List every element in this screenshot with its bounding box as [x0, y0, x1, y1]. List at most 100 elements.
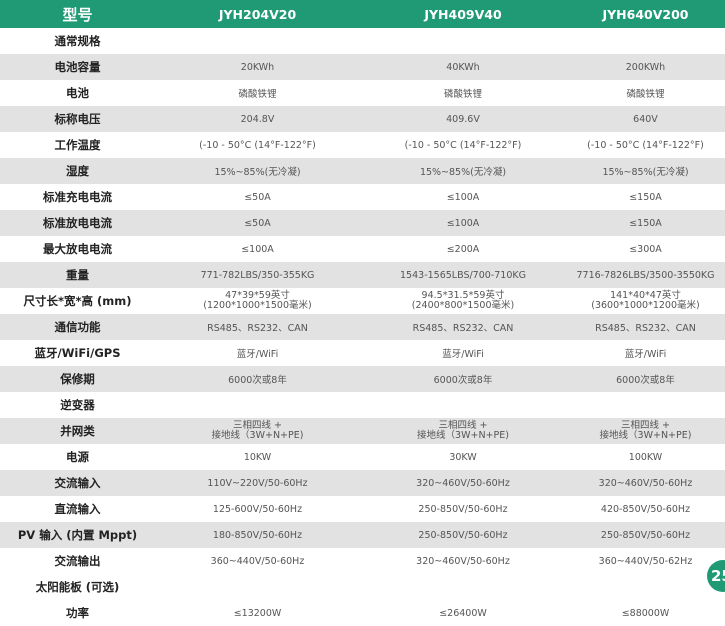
row-value-3: 磷酸铁锂	[626, 89, 665, 100]
table-row: 电源 10KW 30KW 100KW	[0, 444, 725, 470]
row-value-1: 360~440V/50-60Hz	[210, 555, 305, 567]
table-row: PV 输入 (内置 Mppt) 180-850V/50-60Hz 250-850V/…	[0, 522, 725, 548]
row-value-1: ≤50A	[244, 191, 271, 203]
row-value-1: 204.8V	[240, 113, 275, 125]
row-value-2: ≤200A	[446, 243, 480, 255]
table-row: 最大放电电流 ≤100A ≤200A ≤300A	[0, 236, 725, 262]
row-value-2: 蓝牙/WiFi	[442, 349, 484, 360]
row-value-2: 40KWh	[446, 61, 480, 73]
row-value-1	[155, 574, 360, 600]
row-value-1: 三相四线 + 接地线（3W+N+PE)	[155, 418, 360, 444]
row-label: 标准放电电流	[43, 216, 112, 230]
row-label: 交流输入	[54, 476, 101, 490]
row-value-3: ≤88000W	[621, 607, 670, 619]
row-value-2: ≤100A	[446, 217, 480, 229]
row-value-1: 蓝牙/WiFi	[236, 349, 279, 360]
row-value-3: 三相四线 + 接地线（3W+N+PE)	[566, 418, 725, 444]
row-value-line: (1200*1000*1500毫米)	[203, 300, 312, 311]
table-row: 电池容量 20KWh 40KWh 200KWh	[0, 54, 725, 80]
spec-table: 型号 JYH204V20 JYH409V40 JYH640V200 通常规格电池…	[0, 0, 725, 626]
row-value-3: 640V	[633, 113, 658, 125]
row-value-2	[360, 392, 566, 418]
row-value-2: ≤100A	[446, 191, 480, 203]
table-row: 标称电压 204.8V 409.6V 640V	[0, 106, 725, 132]
row-value-3: 200KWh	[625, 61, 666, 73]
row-label: 电池容量	[54, 60, 101, 74]
row-value-1: (-10 - 50°C (14°F-122°F)	[199, 139, 316, 151]
table-row: 湿度 15%~85%(无冷凝) 15%~85%(无冷凝) 15%~85%(无冷凝)	[0, 158, 725, 184]
row-label: 标称电压	[54, 112, 101, 126]
section-row: 通常规格	[0, 28, 725, 54]
section-row: 逆变器	[0, 392, 725, 418]
row-value-2: ≤26400W	[439, 607, 487, 619]
row-value-2: 1543-1565LBS/700-710KG	[400, 269, 526, 281]
row-label: 标准充电电流	[43, 190, 112, 204]
table-row: 工作温度 (-10 - 50°C (14°F-122°F) (-10 - 50°C …	[0, 132, 725, 158]
table-row: 通信功能 RS485、RS232、CAN RS485、RS232、CAN RS485、…	[0, 314, 725, 340]
row-value-3: ≤150A	[629, 191, 662, 203]
row-label: 尺寸长*宽*高 (mm)	[23, 294, 132, 308]
row-value-1: 10KW	[243, 451, 272, 463]
section-row: 太阳能板 (可选)	[0, 574, 725, 600]
row-value-2: 94.5*31.5*59英寸 (2400*800*1500毫米)	[360, 288, 566, 314]
row-label: 太阳能板 (可选)	[35, 580, 120, 594]
row-value-3: 蓝牙/WiFi	[624, 349, 667, 360]
row-value-2: 30KW	[449, 451, 477, 463]
row-value-3: 420-850V/50-60Hz	[600, 503, 691, 515]
row-value-3	[566, 392, 725, 418]
row-value-1: 125-600V/50-60Hz	[212, 503, 303, 515]
table-row: 直流输入 125-600V/50-60Hz 250-850V/50-60Hz 420-…	[0, 496, 725, 522]
row-value-2: 15%~85%(无冷凝)	[419, 167, 507, 178]
row-value-1: ≤100A	[241, 243, 274, 255]
row-value-2: 三相四线 + 接地线（3W+N+PE)	[360, 418, 566, 444]
table-row: 重量 771-782LBS/350-355KG 1543-1565LBS/700-7…	[0, 262, 725, 288]
row-value-1: 771-782LBS/350-355KG	[200, 269, 315, 281]
row-value-1: 20KWh	[240, 61, 275, 73]
row-label: 保修期	[60, 372, 95, 386]
row-label: 湿度	[66, 164, 89, 178]
row-value-1: 15%~85%(无冷凝)	[214, 167, 301, 178]
table-row: 功率 ≤13200W ≤26400W ≤88000W	[0, 600, 725, 626]
row-value-2: RS485、RS232、CAN	[412, 323, 514, 334]
row-value-line: 接地线（3W+N+PE)	[599, 430, 692, 441]
row-value-line: (3600*1000*1200毫米)	[591, 300, 700, 311]
row-value-2: 250-850V/50-60Hz	[418, 503, 508, 515]
header-model-1: JYH204V20	[218, 6, 297, 22]
row-value-1: 180-850V/50-60Hz	[212, 529, 303, 541]
row-value-2: 磷酸铁锂	[443, 89, 482, 100]
row-value-2	[360, 28, 566, 54]
row-value-2: 320~460V/50-60Hz	[416, 555, 510, 567]
row-value-3: ≤300A	[629, 243, 662, 255]
row-value-2: (-10 - 50°C (14°F-122°F)	[404, 139, 522, 151]
header-model-3: JYH640V200	[602, 6, 689, 22]
row-value-1: 6000次或8年	[228, 375, 287, 386]
row-value-2	[360, 574, 566, 600]
row-value-1	[155, 392, 360, 418]
row-label: PV 输入 (内置 Mppt)	[17, 528, 138, 542]
table-row: 蓝牙/WiFi/GPS 蓝牙/WiFi 蓝牙/WiFi 蓝牙/WiFi	[0, 340, 725, 366]
row-label: 交流输出	[54, 554, 101, 568]
table-row: 标准充电电流 ≤50A ≤100A ≤150A	[0, 184, 725, 210]
table-header: 型号 JYH204V20 JYH409V40 JYH640V200	[0, 0, 725, 28]
row-value-1: 47*39*59英寸 (1200*1000*1500毫米)	[155, 288, 360, 314]
row-label: 通常规格	[54, 34, 101, 48]
row-label: 重量	[66, 268, 89, 282]
row-value-2: 320~460V/50-60Hz	[416, 477, 510, 489]
row-value-1: RS485、RS232、CAN	[207, 323, 308, 334]
table-row: 尺寸长*宽*高 (mm) 47*39*59英寸 (1200*1000*1500毫米)…	[0, 288, 725, 314]
row-value-1: ≤50A	[244, 217, 271, 229]
row-value-2: 6000次或8年	[433, 375, 493, 386]
row-label: 通信功能	[54, 320, 101, 334]
row-label: 蓝牙/WiFi/GPS	[34, 346, 121, 360]
row-value-3: RS485、RS232、CAN	[595, 323, 696, 334]
row-label: 工作温度	[54, 138, 101, 152]
row-value-1	[155, 28, 360, 54]
row-value-3: (-10 - 50°C (14°F-122°F)	[587, 139, 704, 151]
row-label: 直流输入	[54, 502, 101, 516]
table-row: 保修期 6000次或8年 6000次或8年 6000次或8年	[0, 366, 725, 392]
row-value-line: 接地线（3W+N+PE)	[211, 430, 304, 441]
row-value-3: 250-850V/50-60Hz	[600, 529, 691, 541]
row-value-1: ≤13200W	[233, 607, 282, 619]
row-value-3: ≤150A	[629, 217, 662, 229]
row-value-2: 250-850V/50-60Hz	[418, 529, 508, 541]
